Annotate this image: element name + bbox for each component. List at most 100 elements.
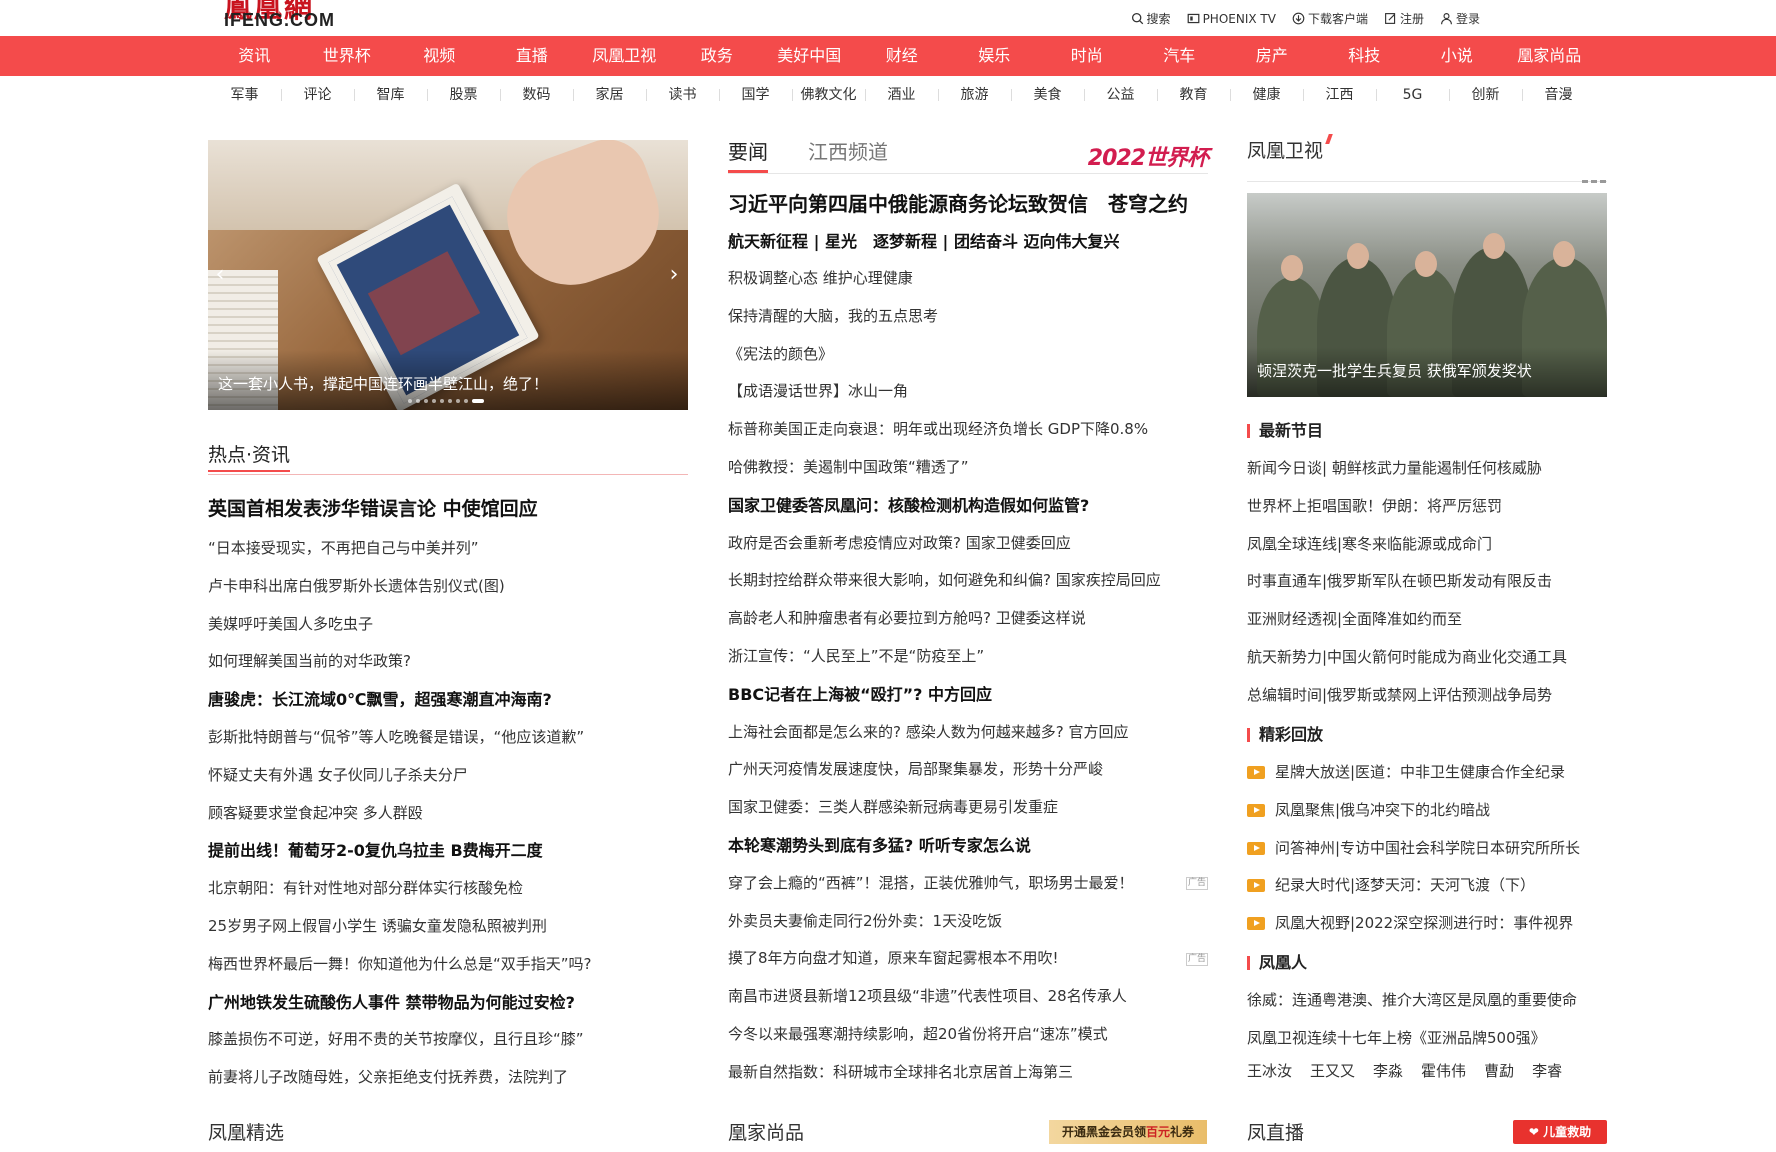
sub-nav-item[interactable]: 数码	[500, 78, 573, 112]
worldcup-logo[interactable]: 2022世界杯	[1088, 140, 1209, 172]
hot-news-item[interactable]: 顾客疑要求堂食起冲突 多人群殴	[208, 795, 688, 833]
hot-news-item[interactable]: 唐骏虎：长江流域0℃飘雪，超强寒潮直冲海南?	[208, 681, 688, 719]
sub-nav-item[interactable]: 5G	[1376, 78, 1449, 112]
hot-news-item[interactable]: 提前出线！葡萄牙2-0复仇乌拉圭 B费梅开二度	[208, 832, 688, 870]
main-nav-item[interactable]: 时尚	[1041, 36, 1134, 76]
anchor-name[interactable]: 李睿	[1532, 1060, 1562, 1081]
latest-program-item[interactable]: 航天新势力|中国火箭何时能成为商业化交通工具	[1247, 639, 1607, 677]
sub-nav-item[interactable]: 健康	[1230, 78, 1303, 112]
sub-nav-item[interactable]: 读书	[646, 78, 719, 112]
login-link[interactable]: 登录	[1440, 10, 1480, 27]
sub-nav-item[interactable]: 军事	[208, 78, 281, 112]
latest-program-item[interactable]: 亚洲财经透视|全面降准如约而至	[1247, 601, 1607, 639]
news-item[interactable]: 南昌市进贤县新增12项县级“非遗”代表性项目、28名传承人	[728, 978, 1208, 1016]
live-title[interactable]: 凤直播	[1247, 1118, 1304, 1145]
hot-news-item[interactable]: 如何理解美国当前的对华政策?	[208, 643, 688, 681]
latest-program-item[interactable]: 时事直通车|俄罗斯军队在顿巴斯发动有限反击	[1247, 563, 1607, 601]
main-nav-item[interactable]: 直播	[486, 36, 579, 76]
news-item[interactable]: 国家卫健委答凤凰问：核酸检测机构造假如何监管?	[728, 487, 1208, 525]
hot-news-item[interactable]: 广州地铁发生硫酸伤人事件 禁带物品为何能过安检?	[208, 984, 688, 1022]
hot-news-item[interactable]: 卢卡申科出席白俄罗斯外长遗体告别仪式(图)	[208, 568, 688, 606]
phoenix-people-item[interactable]: 凤凰卫视连续十七年上榜《亚洲品牌500强》	[1247, 1020, 1607, 1058]
hot-news-item[interactable]: 怀疑丈夫有外遇 女子伙同儿子杀夫分尸	[208, 757, 688, 795]
news-item[interactable]: BBC记者在上海被“殴打”? 中方回应	[728, 676, 1208, 714]
slider-dot[interactable]	[416, 399, 420, 403]
main-nav-item[interactable]: 政务	[671, 36, 764, 76]
main-nav-item[interactable]: 凤凰卫视	[578, 36, 671, 76]
phoenix-tv-link[interactable]: PHOENIX TV	[1187, 10, 1276, 27]
main-nav-item[interactable]: 汽车	[1133, 36, 1226, 76]
slider-prev-arrow-icon[interactable]: ‹	[210, 260, 230, 290]
anchor-name[interactable]: 李淼	[1373, 1060, 1403, 1081]
news-item[interactable]: 穿了会上瘾的“西裤”！混搭，正装优雅帅气，职场男士最爱！ 广告	[728, 865, 1208, 903]
latest-program-item[interactable]: 新闻今日谈| 朝鲜核武力量能遏制任何核威胁	[1247, 450, 1607, 488]
replay-item[interactable]: 凤凰聚焦|俄乌冲突下的北约暗战	[1247, 792, 1607, 830]
tab-jiangxi[interactable]: 江西频道	[808, 136, 888, 168]
hot-news-item[interactable]: 英国首相发表涉华错误言论 中使馆回应	[208, 488, 688, 530]
sub-nav-item[interactable]: 评论	[281, 78, 354, 112]
news-item[interactable]: 本轮寒潮势头到底有多猛? 听听专家怎么说	[728, 827, 1208, 865]
site-logo[interactable]: 鳳凰網 IFENG.COM	[224, 0, 356, 32]
replay-item[interactable]: 凤凰大视野|2022深空探测进行时：事件视界	[1247, 905, 1607, 943]
feature-caption[interactable]: 顿涅茨克一批学生兵复员 获俄军颁发奖状	[1257, 360, 1532, 381]
slider-dot[interactable]	[408, 399, 412, 403]
download-app-link[interactable]: 下载客户端	[1292, 10, 1368, 27]
news-item[interactable]: 浙江宣传：“人民至上”不是“防疫至上”	[728, 638, 1208, 676]
sub-nav-item[interactable]: 酒业	[865, 78, 938, 112]
shop-title[interactable]: 凰家尚品	[728, 1118, 804, 1145]
slider-dot[interactable]	[432, 399, 436, 403]
sub-nav-item[interactable]: 创新	[1449, 78, 1522, 112]
news-item[interactable]: 今冬以来最强寒潮持续影响，超20省份将开启“速冻”模式	[728, 1016, 1208, 1054]
slider-dot[interactable]	[448, 399, 452, 403]
anchor-name[interactable]: 王又又	[1310, 1060, 1355, 1081]
news-item[interactable]: 外卖员夫妻偷走同行2份外卖：1天没吃饭	[728, 903, 1208, 941]
hot-news-item[interactable]: “日本接受现实，不再把自己与中美并列”	[208, 530, 688, 568]
tab-headlines[interactable]: 要闻	[728, 136, 768, 173]
hot-news-item[interactable]: 膝盖损伤不可逆，好用不贵的关节按摩仪，且行且珍“膝”	[208, 1021, 688, 1059]
replay-item[interactable]: 问答神州|专访中国社会科学院日本研究所所长	[1247, 830, 1607, 868]
sub-nav-item[interactable]: 教育	[1157, 78, 1230, 112]
news-item[interactable]: 国家卫健委：三类人群感染新冠病毒更易引发重症	[728, 789, 1208, 827]
news-item[interactable]: 广州天河疫情发展速度快，局部聚集暴发，形势十分严峻	[728, 751, 1208, 789]
hot-news-item[interactable]: 美媒呼吁美国人多吃虫子	[208, 606, 688, 644]
news-item[interactable]: 【成语漫话世界】冰山一角	[728, 373, 1208, 411]
latest-programs-title[interactable]: 最新节目	[1247, 421, 1323, 441]
sub-nav-item[interactable]: 股票	[427, 78, 500, 112]
featured-title[interactable]: 凤凰精选	[208, 1118, 284, 1145]
news-item[interactable]: 积极调整心态 维护心理健康	[728, 260, 1208, 298]
news-item[interactable]: 最新自然指数：科研城市全球排名北京居首上海第三	[728, 1054, 1208, 1092]
vip-banner[interactable]: 开通黑金会员领百元礼券	[1049, 1120, 1207, 1144]
main-nav-item[interactable]: 财经	[856, 36, 949, 76]
main-nav-item[interactable]: 凰家尚品	[1503, 36, 1596, 76]
sub-headline[interactable]: 航天新征程 | 星光 逐梦新程 | 团结奋斗 迈向伟大复兴	[728, 228, 1120, 252]
replay-title[interactable]: 精彩回放	[1247, 725, 1323, 745]
hot-news-item[interactable]: 梅西世界杯最后一舞！你知道他为什么总是“双手指天”吗?	[208, 946, 688, 984]
slider-dot[interactable]	[424, 399, 428, 403]
latest-program-item[interactable]: 世界杯上拒唱国歌！伊朗：将严厉惩罚	[1247, 488, 1607, 526]
sub-nav-item[interactable]: 公益	[1084, 78, 1157, 112]
phoenix-pager[interactable]	[1582, 180, 1606, 183]
slider-dot[interactable]	[472, 399, 484, 403]
replay-item[interactable]: 纪录大时代|逐梦天河：天河飞渡（下）	[1247, 867, 1607, 905]
phoenix-people-title[interactable]: 凤凰人	[1247, 953, 1307, 973]
anchor-name[interactable]: 曹勐	[1484, 1060, 1514, 1081]
phoenix-feature-image[interactable]: 顿涅茨克一批学生兵复员 获俄军颁发奖状	[1247, 193, 1607, 397]
sub-nav-item[interactable]: 国学	[719, 78, 792, 112]
latest-program-item[interactable]: 总编辑时间|俄罗斯或禁网上评估预测战争局势	[1247, 677, 1607, 715]
main-nav-item[interactable]: 小说	[1411, 36, 1504, 76]
news-item[interactable]: 保持清醒的大脑，我的五点思考	[728, 298, 1208, 336]
main-nav-item[interactable]: 美好中国	[763, 36, 856, 76]
main-nav-item[interactable]: 世界杯	[301, 36, 394, 76]
sub-nav-item[interactable]: 智库	[354, 78, 427, 112]
hot-news-item[interactable]: 25岁男子网上假冒小学生 诱骗女童发隐私照被判刑	[208, 908, 688, 946]
news-item[interactable]: 哈佛教授：美遏制中国政策“糟透了”	[728, 449, 1208, 487]
latest-program-item[interactable]: 凤凰全球连线|寒冬来临能源或成命门	[1247, 526, 1607, 564]
phoenix-people-item[interactable]: 徐威：连通粤港澳、推介大湾区是凤凰的重要使命	[1247, 982, 1607, 1020]
sub-nav-item[interactable]: 江西	[1303, 78, 1376, 112]
photo-slider[interactable]: 这一套小人书，撑起中国连环画半壁江山，绝了！ ‹ ›	[208, 140, 688, 410]
slider-caption[interactable]: 这一套小人书，撑起中国连环画半壁江山，绝了！	[218, 373, 548, 394]
news-item[interactable]: 政府是否会重新考虑疫情应对政策? 国家卫健委回应	[728, 525, 1208, 563]
main-nav-item[interactable]: 科技	[1318, 36, 1411, 76]
news-item[interactable]: 长期封控给群众带来很大影响，如何避免和纠偏? 国家疾控局回应	[728, 562, 1208, 600]
news-item[interactable]: 摸了8年方向盘才知道，原来车窗起雾根本不用吹! 广告	[728, 940, 1208, 978]
